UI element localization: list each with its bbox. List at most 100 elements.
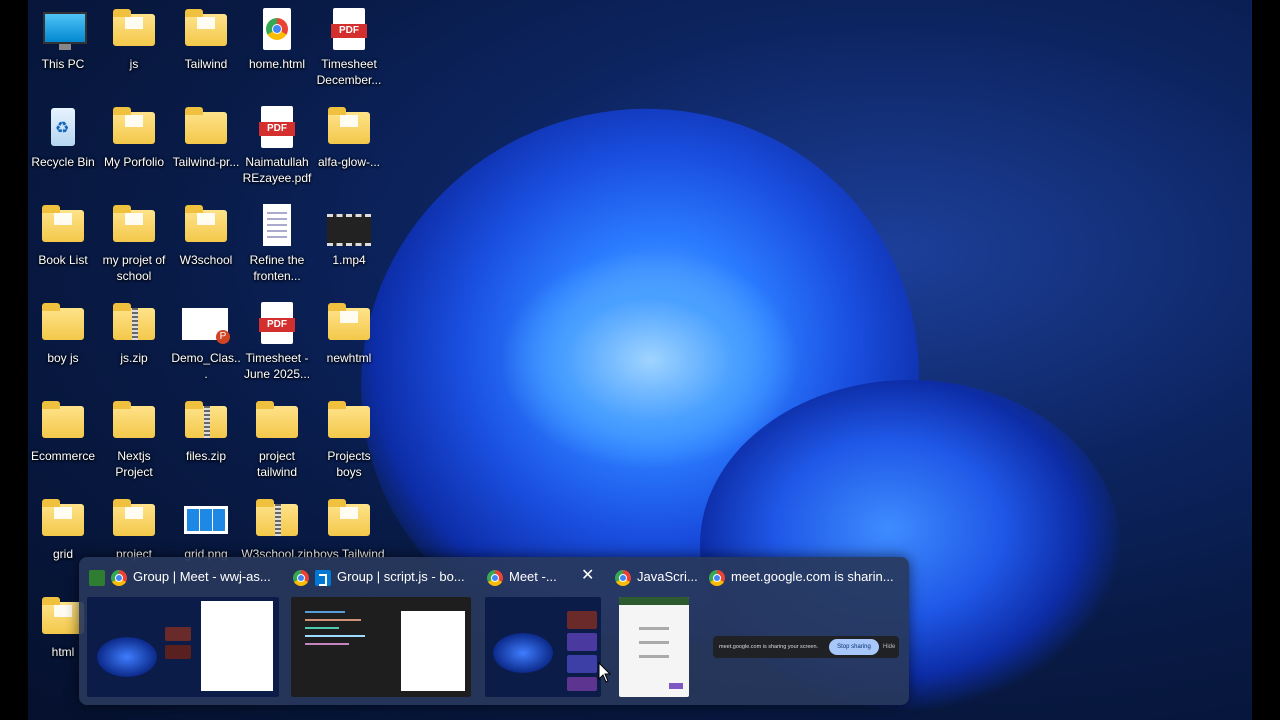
folder-icon [325, 496, 373, 544]
desktop-icon-tailwind[interactable]: Tailwind [170, 6, 242, 72]
window-title-text: Meet -... [509, 569, 557, 584]
folder-icon [325, 300, 373, 348]
desktop-icon-label: Refine the fronten... [249, 253, 305, 283]
folder-icon [39, 496, 87, 544]
desktop-icon-label: This PC [41, 57, 85, 71]
desktop-icon-newhtml[interactable]: newhtml [313, 300, 385, 366]
hide-button[interactable]: Hide [883, 636, 895, 658]
folder-icon [182, 104, 230, 152]
desktop-icon-label: My Porfolio [103, 155, 165, 169]
desktop-icon-home-html[interactable]: home.html [241, 6, 313, 72]
desktop-icon-label: boy js [47, 351, 79, 365]
desktop-icon-ecommerce[interactable]: Ecommerce [27, 398, 99, 464]
window-title-text: JavaScri... [637, 569, 698, 584]
desktop-icon-label: js [129, 57, 139, 71]
desktop-icon-this-pc[interactable]: This PC [27, 6, 99, 72]
desktop-icon-recycle-bin[interactable]: Recycle Bin [27, 104, 99, 170]
folder-icon [110, 398, 158, 446]
desktop-icon-alfa-glow[interactable]: alfa-glow-... [313, 104, 385, 170]
window-thumbnail: meet.google.com is sharing your screen. … [713, 557, 903, 705]
desktop-icon-project-tailwind[interactable]: project tailwind [241, 398, 313, 480]
desktop-icon-projects-boys[interactable]: Projects boys [313, 398, 385, 480]
document-icon [253, 202, 301, 250]
desktop-icon-my-projet-of-school[interactable]: my projet of school [98, 202, 170, 284]
window-preview-meet[interactable]: Meet -... ✕ [481, 557, 605, 705]
desktop-icon-project[interactable]: project [98, 496, 170, 562]
window-title: Meet -... [487, 567, 557, 587]
window-switcher: Group | Meet - wwj-as... Group | script.… [79, 557, 909, 705]
window-preview-sharing-bar[interactable]: meet.google.com is sharin... meet.google… [703, 557, 905, 705]
window-preview-vscode[interactable]: Group | script.js - bo... [287, 557, 477, 705]
desktop-icon-label: js.zip [120, 351, 148, 365]
desktop-icon-label: Projects boys [327, 449, 371, 479]
desktop-icon-label: W3school [179, 253, 233, 267]
window-thumbnail [485, 597, 601, 697]
mouse-cursor-icon [598, 662, 612, 683]
image-icon [182, 496, 230, 544]
vscode-icon [315, 569, 331, 586]
desktop-icon-label: Recycle Bin [31, 155, 95, 169]
desktop-icon-tailwind-pr[interactable]: Tailwind-pr... [170, 104, 242, 170]
right-black-bar [1252, 0, 1280, 720]
powerpoint-icon [182, 300, 230, 348]
chrome-icon [293, 569, 309, 586]
desktop-icon-label: Timesheet December... [316, 57, 382, 87]
desktop-icon-book-list[interactable]: Book List [27, 202, 99, 268]
pdf-icon: PDF [253, 104, 301, 152]
chrome-icon [487, 569, 503, 586]
window-preview-javascript[interactable]: JavaScri... [609, 557, 699, 705]
chrome-icon [111, 569, 127, 586]
desktop-icon-w3school[interactable]: W3school [170, 202, 242, 268]
desktop-icon-js[interactable]: js [98, 6, 170, 72]
desktop-icon-1-mp4[interactable]: 1.mp4 [313, 202, 385, 268]
desktop-icon-nextjs-project[interactable]: Nextjs Project [98, 398, 170, 480]
window-preview-meet-group[interactable]: Group | Meet - wwj-as... [83, 557, 283, 705]
pdf-icon: PDF [325, 6, 373, 54]
folder-icon [182, 6, 230, 54]
window-title: Group | Meet - wwj-as... [89, 567, 271, 587]
zip-folder-icon [182, 398, 230, 446]
folder-icon [39, 202, 87, 250]
desktop-icon-demo-clas[interactable]: Demo_Clas... [170, 300, 242, 382]
desktop-icon-label: project tailwind [256, 449, 298, 479]
desktop-icon-label: Nextjs Project [115, 449, 153, 479]
stop-sharing-button[interactable]: Stop sharing [829, 639, 879, 655]
desktop-icon-refine-the-frontend[interactable]: Refine the fronten... [241, 202, 313, 284]
desktop-icon-boy-js[interactable]: boy js [27, 300, 99, 366]
chrome-file-icon [253, 6, 301, 54]
sharing-text: meet.google.com is sharing your screen. [719, 644, 819, 650]
window-thumbnail [291, 597, 471, 697]
desktop-icon-label: files.zip [185, 449, 226, 463]
window-title-text: Group | Meet - wwj-as... [133, 569, 271, 584]
desktop-icon-label: Tailwind [184, 57, 228, 71]
folder-icon [325, 104, 373, 152]
close-icon[interactable]: ✕ [581, 565, 594, 585]
zip-folder-icon [253, 496, 301, 544]
zip-folder-icon [110, 300, 158, 348]
desktop-icon-w3school-zip[interactable]: W3school.zip [241, 496, 313, 562]
desktop-icon-files-zip[interactable]: files.zip [170, 398, 242, 464]
pdf-icon: PDF [253, 300, 301, 348]
desktop-icon-timesheet-december[interactable]: PDF Timesheet December... [313, 6, 385, 88]
recycle-bin-icon [39, 104, 87, 152]
pc-icon [39, 6, 87, 54]
desktop-icon-js-zip[interactable]: js.zip [98, 300, 170, 366]
desktop-icon-my-porfolio[interactable]: My Porfolio [98, 104, 170, 170]
desktop-icon-label: Tailwind-pr... [172, 155, 240, 169]
desktop-icon-grid-png[interactable]: grid.png [170, 496, 242, 562]
desktop-icon-boys-tailwind[interactable]: boys Tailwind [313, 496, 385, 562]
desktop-icon-naimatullah-pdf[interactable]: PDF Naimatullah REzayee.pdf [241, 104, 313, 186]
folder-icon [39, 300, 87, 348]
desktop-icon-label: Ecommerce [30, 449, 95, 463]
left-black-bar [0, 0, 28, 720]
folder-icon [110, 6, 158, 54]
folder-icon [325, 398, 373, 446]
desktop-icon-grid[interactable]: grid [27, 496, 99, 562]
folder-icon [39, 398, 87, 446]
folder-icon [110, 202, 158, 250]
window-title: Group | script.js - bo... [293, 567, 465, 587]
folder-icon [182, 202, 230, 250]
desktop-icon-label: Book List [38, 253, 88, 267]
desktop-icon-timesheet-june[interactable]: PDF Timesheet - June 2025... [241, 300, 313, 382]
desktop-icon-label: alfa-glow-... [317, 155, 381, 169]
